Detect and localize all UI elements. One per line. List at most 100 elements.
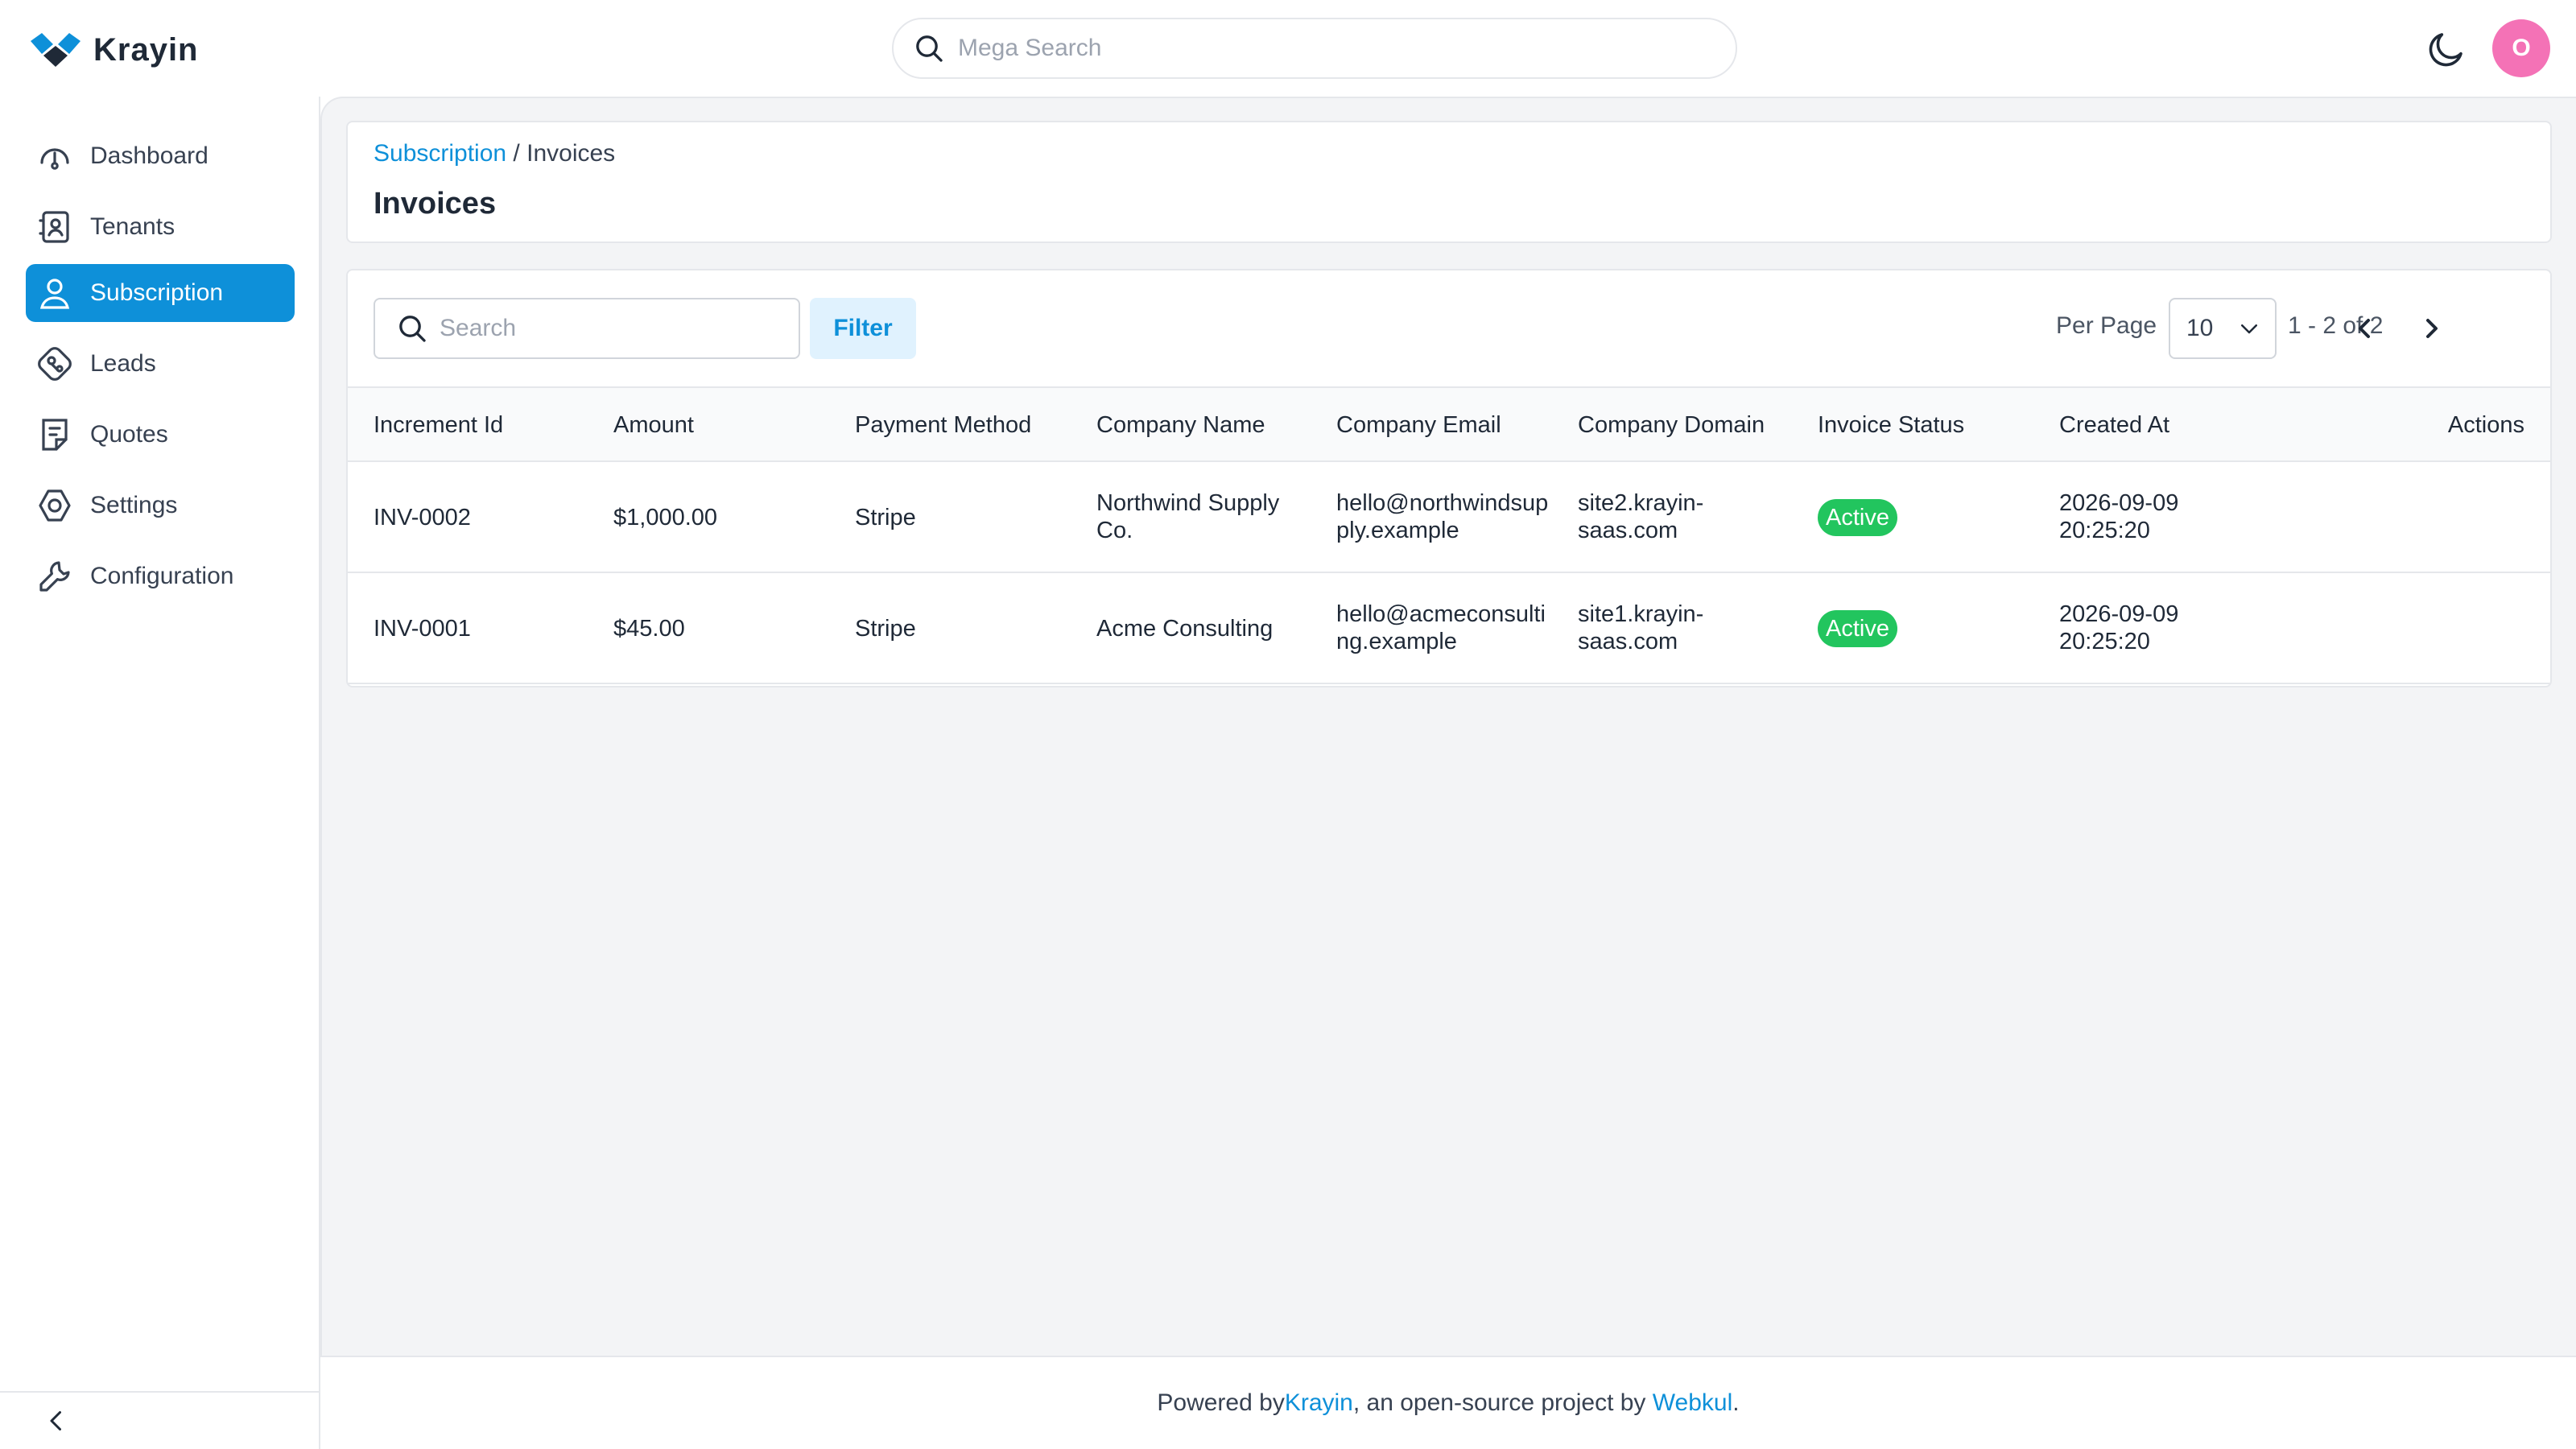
wrench-icon bbox=[35, 557, 74, 596]
cell-line: site1.krayin- bbox=[1578, 601, 1704, 627]
cell-company-name: Acme Consulting bbox=[1096, 616, 1274, 642]
breadcrumb: Subscription / Invoices bbox=[374, 140, 615, 167]
table-row: INV-0001 $45.00 Stripe Acme Consulting h… bbox=[348, 573, 2550, 684]
footer-prefix: Powered by bbox=[1157, 1389, 1285, 1416]
cell-payment-method: Stripe bbox=[855, 505, 916, 530]
top-bar: Krayin O bbox=[0, 0, 2576, 97]
sidebar-collapse-bar bbox=[0, 1391, 320, 1449]
cell-line: 2026-09-09 bbox=[2059, 601, 2179, 627]
tenants-contact-icon bbox=[35, 208, 74, 246]
quotes-icon bbox=[35, 415, 74, 454]
per-page-label: Per Page bbox=[2056, 312, 2157, 339]
leads-icon bbox=[35, 345, 74, 383]
user-avatar[interactable]: O bbox=[2492, 19, 2550, 77]
cell-line: saas.com bbox=[1578, 629, 1678, 654]
column-header-company-email[interactable]: Company Email bbox=[1336, 412, 1501, 439]
cell-amount: $1,000.00 bbox=[613, 505, 718, 530]
sidebar-item-leads[interactable]: Leads bbox=[26, 335, 295, 393]
status-badge: Active bbox=[1818, 610, 1897, 647]
per-page-select[interactable]: 10 bbox=[2169, 298, 2277, 359]
chevron-down-icon bbox=[2237, 316, 2261, 341]
per-page-value: 10 bbox=[2186, 315, 2214, 341]
collapse-sidebar-icon[interactable] bbox=[42, 1406, 71, 1435]
datagrid-search[interactable] bbox=[374, 298, 800, 359]
sidebar-item-label: Settings bbox=[90, 492, 178, 518]
dashboard-gauge-icon bbox=[35, 137, 74, 175]
column-header-company-domain[interactable]: Company Domain bbox=[1578, 412, 1765, 439]
column-header-payment-method[interactable]: Payment Method bbox=[855, 412, 1031, 439]
invoices-datagrid: Filter Per Page 10 1 - 2 of 2 bbox=[346, 269, 2552, 687]
settings-icon bbox=[35, 486, 74, 525]
column-header-created-at[interactable]: Created At bbox=[2059, 412, 2169, 439]
cell-line: hello@acmeconsulti bbox=[1336, 601, 1546, 627]
krayin-logo-icon bbox=[31, 33, 80, 67]
cell-company-name: Northwind Supply Co. bbox=[1096, 489, 1279, 544]
cell-increment-id: INV-0001 bbox=[374, 616, 471, 642]
footer-middle: , an open-source project by bbox=[1352, 1389, 1653, 1416]
search-icon bbox=[913, 32, 945, 64]
cell-company-domain: site2.krayin- saas.com bbox=[1578, 489, 1703, 544]
sidebar-item-label: Dashboard bbox=[90, 142, 208, 169]
app-logo[interactable]: Krayin bbox=[29, 29, 199, 71]
cell-created-at: 2026-09-09 20:25:20 bbox=[2059, 601, 2178, 655]
mega-search-input[interactable] bbox=[958, 35, 1682, 62]
cell-line: Northwind Supply bbox=[1096, 490, 1280, 516]
cell-line: hello@northwindsup bbox=[1336, 490, 1549, 516]
sidebar-item-tenants[interactable]: Tenants bbox=[26, 198, 295, 256]
cell-company-domain: site1.krayin- saas.com bbox=[1578, 601, 1703, 655]
page-header: Subscription / Invoices Invoices bbox=[346, 121, 2552, 243]
breadcrumb-subscription-link[interactable]: Subscription bbox=[374, 140, 506, 167]
sidebar-item-quotes[interactable]: Quotes bbox=[26, 406, 295, 464]
cell-line: 20:25:20 bbox=[2059, 629, 2150, 654]
sidebar-item-subscription[interactable]: Subscription bbox=[26, 264, 295, 322]
cell-line: site2.krayin- bbox=[1578, 490, 1704, 516]
sidebar-item-configuration[interactable]: Configuration bbox=[26, 547, 295, 605]
sidebar-item-label: Quotes bbox=[90, 421, 168, 448]
status-badge: Active bbox=[1818, 499, 1897, 536]
dark-mode-toggle-icon[interactable] bbox=[2425, 27, 2468, 71]
sidebar-item-label: Leads bbox=[90, 350, 156, 377]
cell-line: 2026-09-09 bbox=[2059, 490, 2179, 516]
cell-line: 20:25:20 bbox=[2059, 518, 2150, 543]
cell-amount: $45.00 bbox=[613, 616, 685, 642]
cell-line: saas.com bbox=[1578, 518, 1678, 543]
datagrid-search-input[interactable] bbox=[440, 315, 794, 342]
sidebar-item-dashboard[interactable]: Dashboard bbox=[26, 127, 295, 185]
cell-line: ply.example bbox=[1336, 518, 1459, 543]
next-page-icon[interactable] bbox=[2412, 309, 2450, 348]
column-header-invoice-status[interactable]: Invoice Status bbox=[1818, 412, 1964, 439]
column-header-company-name[interactable]: Company Name bbox=[1096, 412, 1265, 439]
sidebar-item-label: Tenants bbox=[90, 213, 175, 240]
app-name: Krayin bbox=[93, 31, 199, 68]
sidebar: Dashboard Tenants Subscription Leads Quo… bbox=[0, 97, 320, 1449]
main-content: Subscription / Invoices Invoices Filter … bbox=[320, 97, 2576, 1356]
cell-company-email: hello@northwindsup ply.example bbox=[1336, 489, 1548, 544]
table-row: INV-0002 $1,000.00 Stripe Northwind Supp… bbox=[348, 462, 2550, 573]
cell-line: ng.example bbox=[1336, 629, 1457, 654]
filter-button[interactable]: Filter bbox=[810, 298, 916, 359]
breadcrumb-current: Invoices bbox=[526, 140, 616, 167]
breadcrumb-separator: / bbox=[506, 140, 527, 167]
sidebar-item-settings[interactable]: Settings bbox=[26, 477, 295, 535]
column-header-amount[interactable]: Amount bbox=[613, 412, 694, 439]
cell-created-at: 2026-09-09 20:25:20 bbox=[2059, 489, 2178, 544]
user-icon bbox=[35, 274, 74, 312]
footer-krayin-link[interactable]: Krayin bbox=[1285, 1389, 1353, 1417]
invoices-table: Increment Id Amount Payment Method Compa… bbox=[348, 386, 2550, 684]
footer-suffix: . bbox=[1732, 1389, 1740, 1416]
cell-company-email: hello@acmeconsulti ng.example bbox=[1336, 601, 1546, 655]
footer-webkul-link[interactable]: Webkul bbox=[1653, 1389, 1733, 1417]
datagrid-toolbar: Filter Per Page 10 1 - 2 of 2 bbox=[348, 270, 2550, 386]
mega-search-bar[interactable] bbox=[892, 18, 1737, 79]
sidebar-item-label: Configuration bbox=[90, 563, 234, 589]
sidebar-item-label: Subscription bbox=[90, 279, 224, 306]
cell-increment-id: INV-0002 bbox=[374, 505, 471, 530]
column-header-actions: Actions bbox=[2447, 412, 2524, 438]
cell-line: Co. bbox=[1096, 518, 1133, 543]
search-icon bbox=[396, 312, 428, 345]
previous-page-icon[interactable] bbox=[2346, 309, 2384, 348]
column-header-increment-id[interactable]: Increment Id bbox=[374, 412, 503, 439]
cell-payment-method: Stripe bbox=[855, 616, 916, 642]
table-header-row: Increment Id Amount Payment Method Compa… bbox=[348, 386, 2550, 462]
page-title: Invoices bbox=[374, 187, 497, 221]
